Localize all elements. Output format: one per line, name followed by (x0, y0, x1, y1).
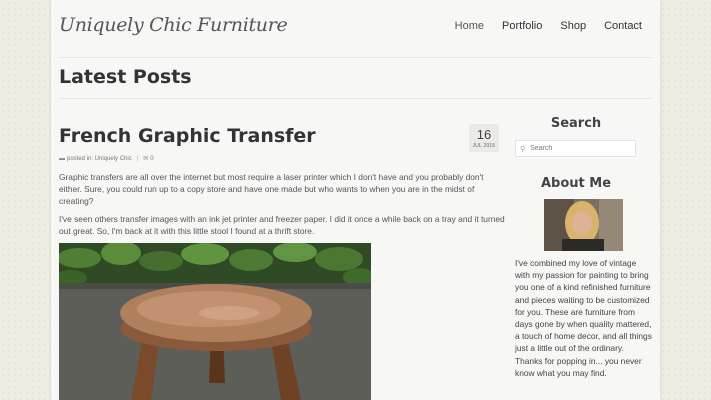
nav-portfolio[interactable]: Portfolio (502, 20, 542, 32)
search-field[interactable]: ⚲ (515, 140, 636, 157)
post-image-stool[interactable] (59, 243, 371, 400)
post-paragraph: Graphic transfers are all over the inter… (59, 172, 484, 207)
post-title[interactable]: French Graphic Transfer (59, 125, 316, 147)
header-divider (59, 57, 652, 58)
post-category[interactable]: posted in: Uniquely Chic (67, 156, 132, 162)
search-input[interactable] (530, 145, 621, 152)
post-content: Graphic transfers are all over the inter… (59, 171, 505, 242)
search-widget-title: Search (550, 116, 602, 131)
about-widget-title: About Me (540, 176, 612, 191)
nav-shop[interactable]: Shop (560, 20, 586, 32)
post-date-day: 16 (476, 127, 492, 142)
title-divider (59, 98, 652, 99)
nav-home[interactable]: Home (455, 20, 484, 32)
site-title[interactable]: Uniquely Chic Furniture (59, 14, 288, 36)
post-date-month: JUL 2015 (472, 143, 496, 149)
folder-icon: ▬ (59, 155, 65, 162)
search-icon: ⚲ (520, 144, 526, 153)
post-paragraph: I've seen others transfer images with an… (59, 213, 505, 236)
page-container: Uniquely Chic Furniture Home Portfolio S… (51, 0, 660, 400)
meta-separator: | (136, 155, 139, 162)
post-comment-count[interactable]: 0 (150, 156, 153, 162)
main-nav: Home Portfolio Shop Contact (455, 20, 660, 32)
comment-icon: ✉ (143, 156, 149, 162)
about-text: I've combined my love of vintage with my… (515, 258, 652, 378)
nav-contact[interactable]: Contact (604, 20, 642, 32)
page-title: Latest Posts (59, 66, 192, 88)
post-meta: ▬ posted in: Uniquely Chic | ✉ 0 (59, 155, 154, 163)
post-date-badge: 16 JUL 2015 (469, 124, 499, 152)
about-avatar-image (544, 199, 623, 251)
